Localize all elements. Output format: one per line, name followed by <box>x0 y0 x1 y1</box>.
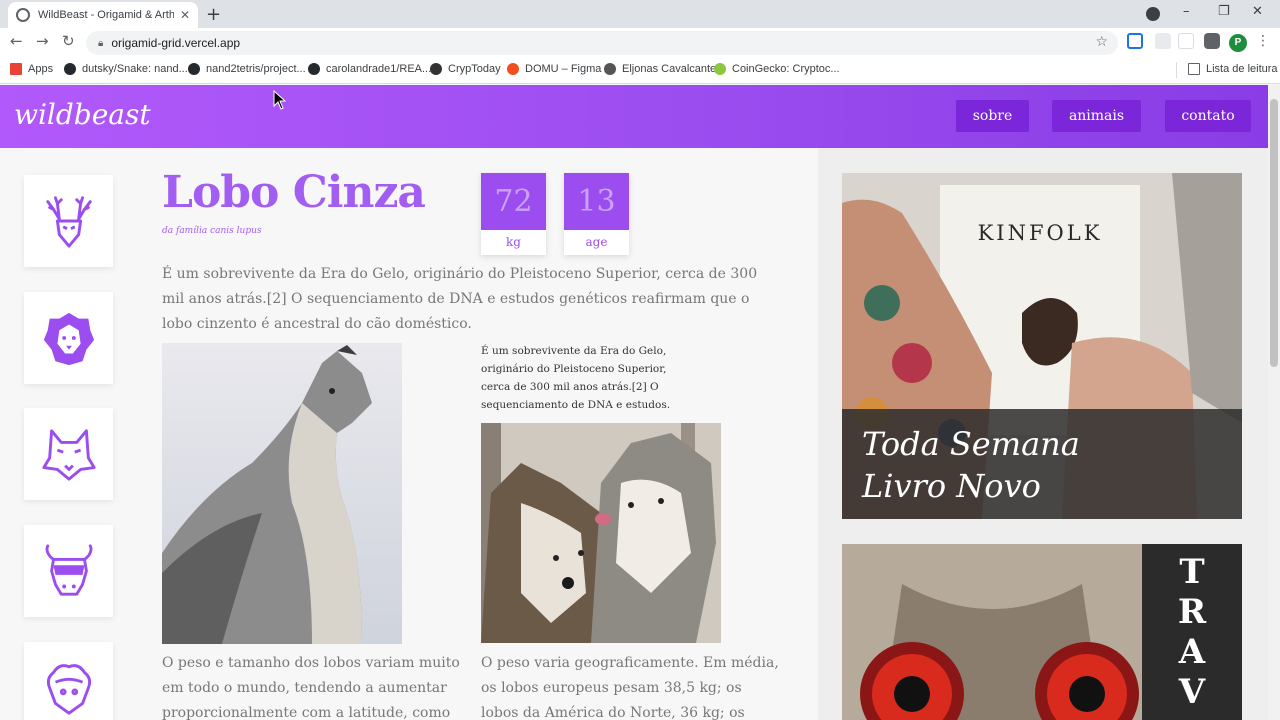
reading-list-icon <box>1188 63 1200 75</box>
stat-age-value: 13 <box>564 173 629 230</box>
bookmark-item[interactable]: DOMU – Figma <box>507 63 601 75</box>
book-title: KINFOLK <box>978 221 1103 245</box>
howling-wolf-photo <box>162 343 402 644</box>
page-content: wildbeast sobre animais contato Lobo Cin… <box>0 85 1268 720</box>
address-bar[interactable]: 🔒︎ origamid-grid.vercel.app ☆ <box>86 31 1118 55</box>
bookmarks-bar: Apps dutsky/Snake: nand... nand2tetris/p… <box>0 58 1280 84</box>
bull-icon <box>45 544 92 596</box>
scrollbar-thumb[interactable] <box>1270 99 1278 367</box>
stat-weight-label: kg <box>506 235 521 249</box>
bookmark-item[interactable]: CoinGecko: Cryptoc... <box>714 63 840 75</box>
browser-tab[interactable]: WildBeast - Origamid & Arthur C ✕ <box>8 2 198 28</box>
github-icon <box>308 63 320 75</box>
stat-age-label: age <box>585 235 608 249</box>
extension-icon[interactable] <box>1155 33 1171 49</box>
bookmark-item[interactable]: carolandrade1/REA... <box>308 63 431 75</box>
mouse-cursor-icon <box>273 90 287 110</box>
stat-weight: 72 kg <box>481 173 546 255</box>
left-column-text: O peso e tamanho dos lobos variam muito … <box>162 655 460 720</box>
site-logo[interactable]: wildbeast <box>14 98 151 131</box>
nav-animais[interactable]: animais <box>1052 100 1141 132</box>
cryptoday-icon <box>430 63 442 75</box>
deer-icon <box>45 196 92 248</box>
nav-sobre[interactable]: sobre <box>956 100 1029 132</box>
reading-list[interactable]: Lista de leitura <box>1188 63 1278 75</box>
tab-close-icon[interactable]: ✕ <box>180 8 190 22</box>
bookmark-item[interactable]: Eljonas Cavalcante <box>604 63 716 75</box>
back-icon[interactable]: ← <box>10 32 23 50</box>
forward-icon[interactable]: → <box>36 32 49 50</box>
page-title: Lobo Cinza <box>162 167 426 218</box>
ad-caption: Toda Semana Livro Novo <box>842 409 1242 519</box>
bookmark-apps[interactable]: Apps <box>10 63 53 75</box>
menu-icon[interactable]: ⋮ <box>1256 33 1270 49</box>
minimize-icon[interactable]: – <box>1183 4 1190 19</box>
extensions-puzzle-icon[interactable] <box>1204 33 1220 49</box>
profile-avatar[interactable]: P <box>1229 34 1247 52</box>
animal-link-deer[interactable] <box>24 175 113 267</box>
animal-link-sheep[interactable] <box>24 642 113 720</box>
tab-strip: WildBeast - Origamid & Arthur C ✕ + – ❐ … <box>0 0 1280 28</box>
figma-icon <box>507 63 519 75</box>
fox-icon <box>41 429 96 481</box>
right-column-text: O peso varia geograficamente. Em média, … <box>481 655 779 720</box>
url-text: origamid-grid.vercel.app <box>111 36 241 50</box>
page-scrollbar[interactable] <box>1268 85 1280 720</box>
ad-card-book[interactable]: KINFOLK Toda Semana Livro Novo <box>842 173 1242 519</box>
page-subtitle: da família canis lupus <box>162 226 262 236</box>
travel-banner: T R A V <box>1142 544 1242 720</box>
site-favicon-icon <box>16 8 30 22</box>
bookmark-item[interactable]: dutsky/Snake: nand... <box>64 63 188 75</box>
bookmark-star-icon[interactable]: ☆ <box>1095 34 1108 50</box>
sheep-icon <box>46 664 91 715</box>
animal-link-bull[interactable] <box>24 525 113 617</box>
bookmark-item[interactable]: nand2tetris/project... <box>188 63 306 75</box>
ad-card-travel[interactable]: T R A V <box>842 544 1242 720</box>
intro-paragraph: É um sobrevivente da Era do Gelo, origin… <box>162 266 758 332</box>
tab-title: WildBeast - Origamid & Arthur C <box>38 9 174 21</box>
close-window-icon[interactable]: ✕ <box>1252 4 1263 19</box>
bookmark-item[interactable]: CrypToday <box>430 63 501 75</box>
side-note: É um sobrevivente da Era do Gelo, origin… <box>481 345 671 411</box>
extension-icon[interactable] <box>1178 33 1194 49</box>
new-tab-icon[interactable]: + <box>206 4 221 25</box>
browser-toolbar: ← → ↻ 🔒︎ origamid-grid.vercel.app ☆ <box>0 28 1280 58</box>
reload-icon[interactable]: ↻ <box>62 32 75 50</box>
nav-contato[interactable]: contato <box>1165 100 1251 132</box>
site-header: wildbeast sobre animais contato <box>0 85 1268 148</box>
lion-icon <box>43 312 94 366</box>
stat-weight-value: 72 <box>481 173 546 230</box>
extension-icon[interactable] <box>1127 33 1143 49</box>
globe-icon <box>604 63 616 75</box>
animal-link-fox[interactable] <box>24 408 113 500</box>
github-icon <box>64 63 76 75</box>
animal-link-lion[interactable] <box>24 292 113 384</box>
github-icon <box>188 63 200 75</box>
restore-icon[interactable]: ❐ <box>1218 4 1230 19</box>
lock-icon: 🔒︎ <box>98 37 104 49</box>
bookmarks-separator <box>1176 62 1177 78</box>
wolves-pair-photo <box>481 423 721 643</box>
media-control-icon[interactable] <box>1146 7 1160 21</box>
stat-age: 13 age <box>564 173 629 255</box>
coingecko-icon <box>714 63 726 75</box>
